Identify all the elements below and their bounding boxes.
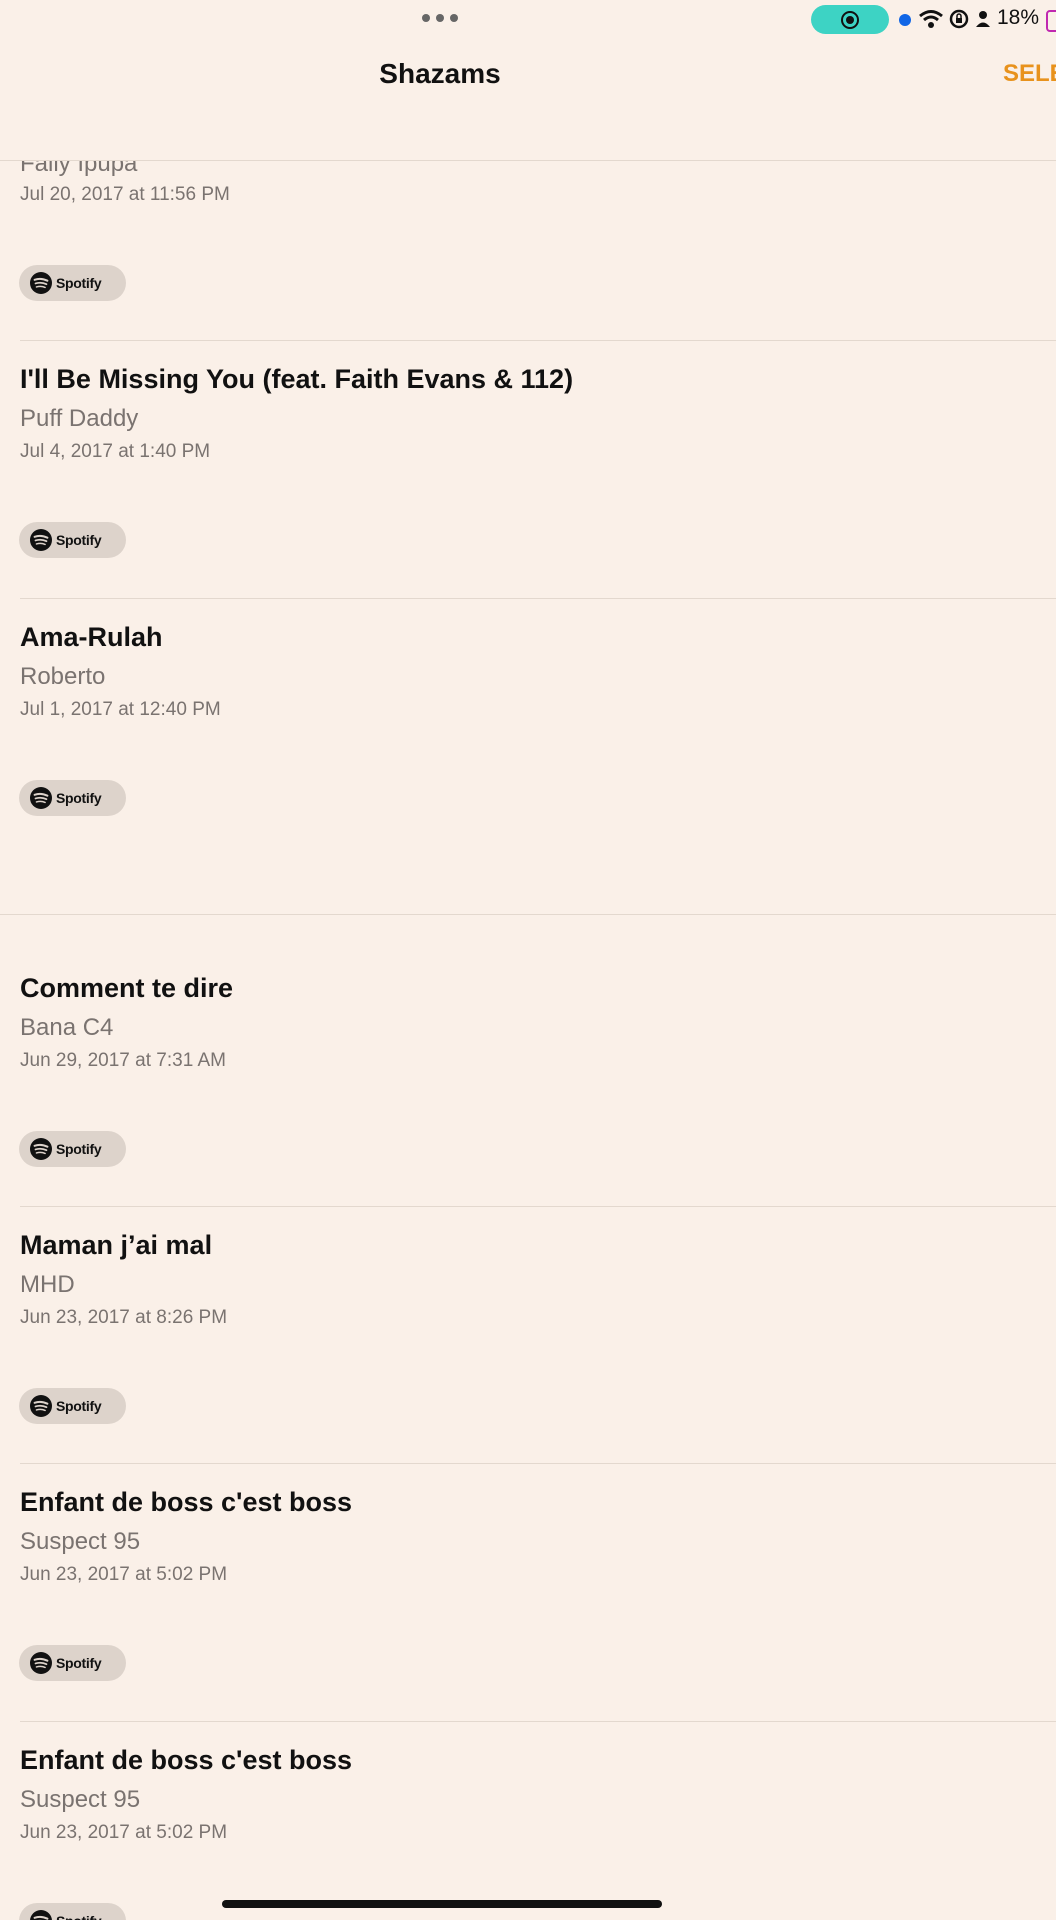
navigation-bar: Shazams SELE [0,40,1056,161]
spotify-icon [30,1138,52,1160]
song-title: Enfant de boss c'est boss [20,1745,353,1775]
song-date: Jun 29, 2017 at 7:31 AM [20,1050,226,1071]
song-date: Jul 1, 2017 at 12:40 PM [20,699,221,720]
page-title: Shazams [379,58,501,89]
song-date: Jul 20, 2017 at 11:56 PM [20,184,230,205]
spotify-button[interactable]: Spotify [19,780,126,816]
home-indicator[interactable] [222,1900,662,1908]
spotify-button[interactable]: Spotify [19,265,126,301]
song-title: I'll Be Missing You (feat. Faith Evans &… [20,364,574,394]
battery-percentage: 18% [997,6,1040,29]
spotify-label: Spotify [56,1398,102,1414]
screen-recording-indicator[interactable] [811,5,889,34]
list-item[interactable]: Maman j’ai mal MHD Jun 23, 2017 at 8:26 … [0,1207,1056,1463]
song-artist: Puff Daddy [20,405,139,432]
song-title: Maman j’ai mal [20,1230,213,1260]
person-icon [976,11,990,27]
song-title: Comment te dire [20,973,234,1003]
list-item[interactable]: Enfant de boss c'est boss Suspect 95 Jun… [0,1464,1056,1721]
multitask-dots-icon[interactable] [422,14,458,22]
spotify-label: Spotify [56,1655,102,1671]
select-button[interactable]: SELE [1003,60,1056,88]
list-item[interactable]: Fally Ipupa Jul 20, 2017 at 11:56 PM Spo… [0,130,1056,340]
list-item[interactable]: I'll Be Missing You (feat. Faith Evans &… [0,341,1056,598]
spotify-label: Spotify [56,790,102,806]
song-artist: Suspect 95 [20,1528,141,1555]
spotify-label: Spotify [56,275,102,291]
song-artist: MHD [20,1271,75,1298]
song-artist: Roberto [20,663,106,690]
spotify-icon [30,272,52,294]
record-dot [846,16,854,24]
battery-icon [1046,10,1056,32]
wifi-icon [919,10,943,28]
spotify-icon [30,787,52,809]
song-artist: Suspect 95 [20,1786,141,1813]
spotify-icon [30,1652,52,1674]
song-artist: Bana C4 [20,1014,114,1041]
spotify-icon [30,1910,52,1920]
rotation-lock-icon [949,9,969,29]
song-date: Jul 4, 2017 at 1:40 PM [20,441,211,462]
spotify-button[interactable]: Spotify [19,522,126,558]
spotify-button[interactable]: Spotify [19,1903,126,1920]
shazam-history-screen: 18% Shazams SELE Fally Ipupa Jul 20, 201… [0,0,1056,1920]
spotify-icon [30,529,52,551]
song-date: Jun 23, 2017 at 5:02 PM [20,1822,228,1843]
song-date: Jun 23, 2017 at 5:02 PM [20,1564,228,1585]
status-bar: 18% [0,0,1056,40]
spotify-button[interactable]: Spotify [19,1131,126,1167]
location-dot-icon [899,14,911,26]
spotify-label: Spotify [56,1913,102,1920]
song-title: Enfant de boss c'est boss [20,1487,353,1517]
spotify-button[interactable]: Spotify [19,1645,126,1681]
spotify-button[interactable]: Spotify [19,1388,126,1424]
spotify-label: Spotify [56,1141,102,1157]
song-title: Ama-Rulah [20,622,163,652]
list-item[interactable]: Ama-Rulah Roberto Jul 1, 2017 at 12:40 P… [0,599,1056,914]
spotify-icon [30,1395,52,1417]
list-item[interactable]: Enfant de boss c'est boss Suspect 95 Jun… [0,1722,1056,1920]
song-date: Jun 23, 2017 at 8:26 PM [20,1307,228,1328]
list-item[interactable]: Comment te dire Bana C4 Jun 29, 2017 at … [0,915,1056,1206]
spotify-label: Spotify [56,532,102,548]
